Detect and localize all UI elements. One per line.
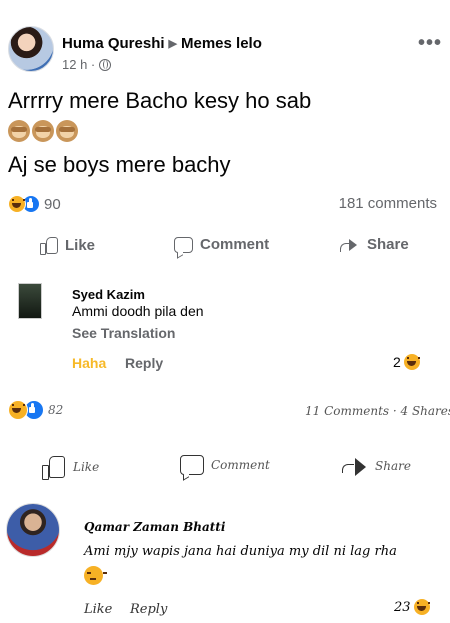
see-no-evil-monkey-icon bbox=[8, 120, 30, 142]
comments-shares-count[interactable]: 11 Comments · 4 Shares bbox=[305, 404, 450, 418]
haha-reaction-icon bbox=[8, 195, 26, 213]
comment-reply-button[interactable]: Reply bbox=[125, 355, 163, 371]
share-label-2: Share bbox=[375, 459, 411, 473]
comment-emoji bbox=[84, 566, 107, 590]
share-arrow-icon bbox=[340, 237, 360, 253]
comment-text-2: Ami mjy wapis jana hai duniya my dil ni … bbox=[84, 544, 397, 559]
comment-text: Ammi doodh pila den bbox=[72, 303, 204, 319]
post-text-line-2: Aj se boys mere bachy bbox=[8, 152, 231, 177]
see-no-evil-monkey-icon bbox=[32, 120, 54, 142]
comment-reaction-count[interactable]: 2 bbox=[393, 353, 421, 371]
commenter-avatar[interactable] bbox=[18, 283, 42, 319]
comment-label: Comment bbox=[200, 236, 270, 253]
author-name[interactable]: Huma Qureshi bbox=[62, 35, 165, 52]
comment-like-button-2[interactable]: Like bbox=[84, 602, 112, 617]
more-options-icon[interactable]: ••• bbox=[418, 32, 442, 55]
post-meta: 12 h · bbox=[62, 57, 111, 72]
comment-haha-button[interactable]: Haha bbox=[72, 355, 106, 371]
reaction-count-2: 82 bbox=[48, 403, 64, 417]
group-name[interactable]: Memes lelo bbox=[181, 35, 262, 52]
commenter-name[interactable]: Syed Kazim bbox=[72, 287, 145, 302]
like-button-2[interactable]: Like bbox=[42, 455, 100, 480]
comment-reply-button-2[interactable]: Reply bbox=[130, 602, 167, 617]
share-button[interactable]: Share bbox=[340, 236, 409, 253]
haha-reaction-icon bbox=[8, 400, 28, 420]
globe-icon bbox=[98, 59, 111, 71]
author-line: Huma Qureshi ▶ Memes lelo bbox=[62, 35, 262, 52]
thumbs-up-icon bbox=[42, 455, 66, 480]
comment-bubble-icon bbox=[180, 455, 204, 475]
thumbs-up-icon bbox=[40, 236, 58, 255]
unamused-face-icon bbox=[84, 566, 107, 585]
post-header: Huma Qureshi ▶ Memes lelo 12 h · ••• bbox=[8, 26, 442, 78]
action-bar: Like Comment Share bbox=[0, 236, 450, 264]
like-label: Like bbox=[65, 236, 96, 254]
share-button-2[interactable]: Share bbox=[342, 455, 411, 477]
comment-bubble-icon bbox=[174, 236, 193, 253]
post-reactions-2[interactable]: 82 bbox=[8, 400, 63, 420]
see-translation-link[interactable]: See Translation bbox=[72, 325, 175, 341]
post-time[interactable]: 12 h · bbox=[62, 57, 95, 72]
post-reactions[interactable]: 90 bbox=[8, 195, 61, 213]
commenter-name-2[interactable]: Qamar Zaman Bhatti bbox=[84, 520, 225, 534]
share-label: Share bbox=[367, 236, 409, 253]
like-button[interactable]: Like bbox=[40, 236, 96, 255]
commenter-avatar-2[interactable] bbox=[6, 503, 60, 557]
reaction-count: 90 bbox=[44, 195, 61, 213]
see-no-evil-monkey-icon bbox=[56, 120, 78, 142]
comment-button-2[interactable]: Comment bbox=[180, 455, 270, 475]
author-avatar[interactable] bbox=[8, 26, 54, 72]
comments-count[interactable]: 181 comments bbox=[339, 195, 437, 212]
comment-reaction-number-2: 23 bbox=[394, 599, 411, 615]
comment-reaction-count-2[interactable]: 23 bbox=[394, 598, 431, 616]
haha-reaction-icon bbox=[412, 598, 431, 616]
comment-reaction-number: 2 bbox=[393, 354, 401, 370]
arrow-right-icon: ▶ bbox=[168, 38, 177, 50]
share-arrow-icon bbox=[342, 455, 368, 477]
comment-label-2: Comment bbox=[211, 458, 270, 472]
post-text-line-1: Arrrry mere Bacho kesy ho sab bbox=[8, 88, 312, 113]
emoji-row bbox=[8, 120, 78, 144]
like-label-2: Like bbox=[73, 460, 100, 474]
action-bar-2: Like Comment Share bbox=[0, 455, 450, 483]
haha-reaction-icon bbox=[402, 353, 421, 371]
comment-button[interactable]: Comment bbox=[174, 236, 269, 253]
